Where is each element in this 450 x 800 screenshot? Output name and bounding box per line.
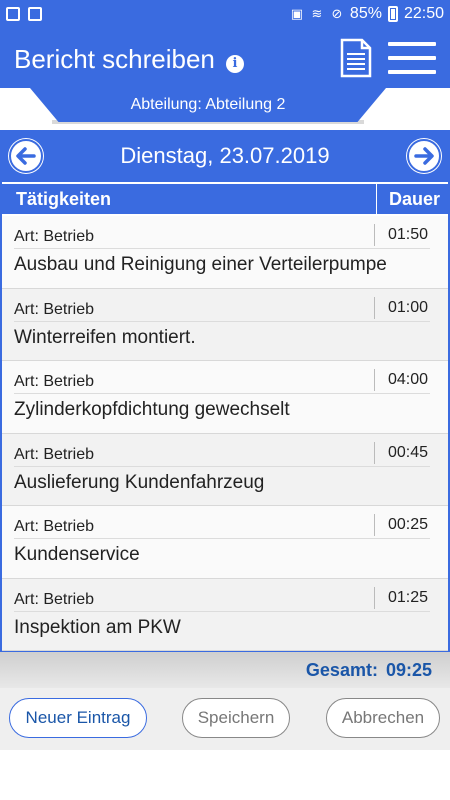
- arrow-right-icon: [407, 139, 441, 173]
- entry-description: Auslieferung Kundenfahrzeug: [14, 471, 265, 493]
- mail-notification-icon: [6, 7, 20, 21]
- cancel-button[interactable]: Abbrechen: [326, 698, 440, 738]
- new-entry-button[interactable]: Neuer Eintrag: [9, 698, 147, 738]
- entry-type: Art: Betrieb: [14, 445, 95, 463]
- activity-list: Art: Betrieb 01:50 Ausbau und Reinigung …: [2, 216, 448, 651]
- total-value: 09:25: [385, 660, 432, 680]
- total-bar: Gesamt: 09:25: [0, 652, 450, 688]
- storage-icon: ▣: [290, 6, 304, 21]
- department-band: Abteilung: Abteilung 2: [30, 88, 386, 122]
- table-row[interactable]: Art: Betrieb 01:50 Ausbau und Reinigung …: [2, 216, 448, 289]
- battery-icon: [387, 6, 398, 22]
- next-day-button[interactable]: [406, 138, 442, 174]
- do-not-disturb-icon: ⊘: [331, 6, 343, 21]
- table-row[interactable]: Art: Betrieb 00:45 Auslieferung Kundenfa…: [2, 433, 448, 506]
- header-duration: Dauer: [388, 189, 440, 209]
- entry-duration: 01:50: [387, 226, 428, 243]
- current-date: Dienstag, 23.07.2019: [120, 143, 330, 168]
- info-icon[interactable]: i: [226, 55, 244, 73]
- entry-duration: 01:00: [387, 298, 428, 316]
- date-navigation: Dienstag, 23.07.2019: [0, 130, 450, 182]
- header-activities: Tätigkeiten: [16, 189, 112, 209]
- entry-description: Inspektion am PKW: [14, 616, 181, 638]
- entry-description: Zylinderkopfdichtung gewechselt: [14, 399, 290, 420]
- entry-description: Winterreifen montiert.: [14, 326, 196, 348]
- entry-duration: 00:45: [387, 443, 428, 461]
- department-label: Abteilung: Abteilung 2: [130, 96, 286, 113]
- app-bar: Bericht schreiben i: [0, 30, 450, 88]
- entry-type: Art: Betrieb: [14, 590, 95, 608]
- total-label: Gesamt:: [305, 660, 378, 680]
- clock: 22:50: [403, 5, 444, 22]
- table-row[interactable]: Art: Betrieb 04:00 Zylinderkopfdichtung …: [2, 361, 448, 434]
- table-row[interactable]: Art: Betrieb 01:25 Inspektion am PKW: [2, 578, 448, 651]
- entry-type: Art: Betrieb: [14, 373, 95, 390]
- entry-type: Art: Betrieb: [14, 228, 95, 245]
- entry-type: Art: Betrieb: [14, 518, 95, 535]
- page-title: Bericht schreiben: [14, 44, 215, 74]
- hamburger-menu-icon[interactable]: [388, 42, 436, 76]
- wifi-icon: ≋: [311, 6, 323, 21]
- table-header: Tätigkeiten Dauer: [0, 184, 450, 214]
- table-row[interactable]: Art: Betrieb 00:25 Kundenservice: [2, 506, 448, 579]
- save-button[interactable]: Speichern: [182, 698, 290, 738]
- entry-duration: 04:00: [387, 371, 428, 388]
- table-row[interactable]: Art: Betrieb 01:00 Winterreifen montiert…: [2, 288, 448, 361]
- entry-type: Art: Betrieb: [14, 300, 95, 318]
- battery-percent: 85%: [349, 5, 382, 22]
- entry-duration: 00:25: [387, 516, 428, 533]
- image-notification-icon: [28, 7, 42, 21]
- entry-description: Kundenservice: [14, 544, 140, 565]
- action-bar: Neuer Eintrag Speichern Abbrechen: [0, 688, 450, 750]
- entry-duration: 01:25: [387, 588, 428, 606]
- status-bar: ▣ ≋ ⊘ 85% 22:50: [0, 0, 450, 30]
- document-icon[interactable]: [340, 38, 372, 78]
- entry-description: Ausbau und Reinigung einer Verteilerpump…: [14, 254, 387, 275]
